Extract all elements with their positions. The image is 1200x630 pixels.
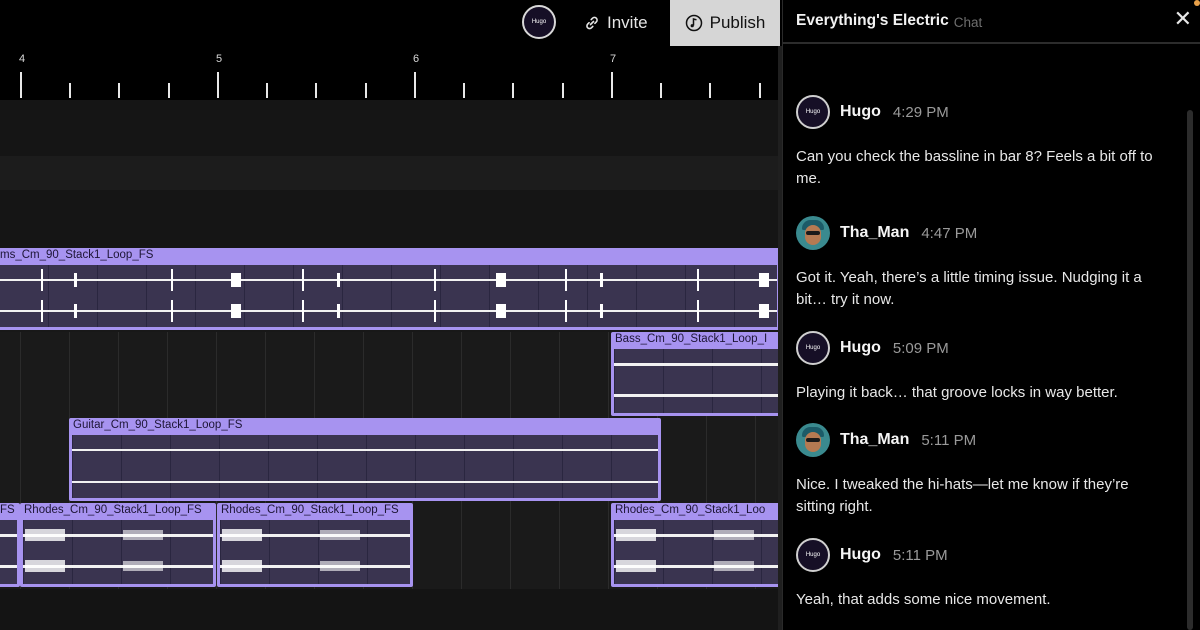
ruler-tick (562, 83, 564, 98)
ruler-tick (759, 83, 761, 98)
message-time: 4:29 PM (892, 103, 949, 121)
avatar[interactable] (796, 216, 830, 250)
chat-panel: Everything's Electric Chat ✕ Hugo Hugo 4… (782, 0, 1200, 630)
track-lane[interactable] (0, 156, 780, 190)
publish-button[interactable]: Publish (670, 0, 780, 46)
message-time: 5:11 PM (892, 546, 948, 564)
avatar[interactable]: Hugo (796, 331, 830, 365)
message-time: 5:11 PM (921, 431, 977, 449)
waveform (614, 349, 780, 413)
waveform (614, 520, 780, 584)
chat-message: Hugo Hugo 5:09 PM Playing it back… that … (796, 331, 1171, 404)
chat-message: Hugo Hugo 4:29 PM Can you check the bass… (796, 95, 1171, 190)
notification-dot (1194, 0, 1200, 6)
track-lane-guitar[interactable]: Guitar_Cm_90_Stack1_Loop_FS (0, 418, 780, 503)
audio-region-drums[interactable]: ms_Cm_90_Stack1_Loop_FS (0, 248, 780, 330)
message-author[interactable]: Hugo (840, 103, 881, 121)
region-name: FS (0, 504, 15, 516)
bar-number: 4 (19, 53, 26, 65)
message-author[interactable]: Hugo (840, 546, 881, 564)
audio-region-guitar[interactable]: Guitar_Cm_90_Stack1_Loop_FS (69, 418, 661, 501)
region-name: Guitar_Cm_90_Stack1_Loop_FS (73, 419, 243, 431)
message-author[interactable]: Tha_Man (840, 431, 909, 449)
ruler-tick (20, 72, 22, 98)
ruler-tick (611, 72, 613, 98)
publish-label: Publish (709, 13, 766, 32)
message-author[interactable]: Tha_Man (840, 224, 909, 242)
bar-number: 6 (413, 53, 420, 65)
chat-title: Everything's Electric (796, 12, 949, 29)
waveform (72, 435, 658, 498)
audio-region-rhodes[interactable]: Rhodes_Cm_90_Stack1_Loop_FS (20, 503, 216, 587)
ruler-tick (709, 83, 711, 98)
track-lane-rhodes[interactable]: FS Rhodes_Cm_90_Stack1_Loop_FS Rhodes_Cm… (0, 503, 780, 589)
waveform (0, 520, 17, 584)
avatar-label: Hugo (531, 19, 547, 25)
message-time: 5:09 PM (892, 339, 949, 357)
chat-header: Everything's Electric Chat ✕ (783, 0, 1200, 44)
message-author[interactable]: Hugo (840, 339, 881, 357)
close-icon[interactable]: ✕ (1174, 8, 1192, 30)
message-text: Nice. I tweaked the hi-hats—let me know … (796, 476, 1129, 515)
ruler-tick (168, 83, 170, 98)
avatar[interactable] (796, 423, 830, 457)
region-name: ms_Cm_90_Stack1_Loop_FS (0, 249, 154, 261)
track-lane[interactable] (0, 190, 780, 248)
chat-message: Hugo Hugo 5:11 PM Yeah, that adds some n… (796, 538, 1171, 611)
user-avatar[interactable]: Hugo (522, 5, 556, 39)
audio-region-rhodes[interactable]: Rhodes_Cm_90_Stack1_Loo (611, 503, 780, 587)
region-name: Rhodes_Cm_90_Stack1_Loo (615, 504, 766, 516)
audio-region-bass[interactable]: Bass_Cm_90_Stack1_Loop_I (611, 332, 780, 416)
message-time: 4:47 PM (921, 224, 978, 242)
ruler-tick (512, 83, 514, 98)
top-toolbar: Hugo Invite Publish (0, 0, 780, 46)
waveform (23, 520, 213, 584)
avatar[interactable]: Hugo (796, 95, 830, 129)
chat-subtitle: Chat (953, 14, 983, 30)
region-name: Rhodes_Cm_90_Stack1_Loop_FS (24, 504, 202, 516)
ruler-tick (217, 72, 219, 98)
region-name: Bass_Cm_90_Stack1_Loop_I (615, 333, 768, 345)
waveform (0, 265, 777, 327)
audio-region-rhodes[interactable]: Rhodes_Cm_90_Stack1_Loop_FS (217, 503, 413, 587)
ruler-tick (365, 83, 367, 98)
track-lane-bass[interactable]: Bass_Cm_90_Stack1_Loop_I (0, 332, 780, 418)
ruler-tick (69, 83, 71, 98)
chat-message: Tha_Man 5:11 PM Nice. I tweaked the hi-h… (796, 423, 1171, 518)
chat-message: Tha_Man 4:47 PM Got it. Yeah, there’s a … (796, 216, 1171, 311)
chat-scrollbar[interactable] (1187, 110, 1193, 630)
message-text: Playing it back… that groove locks in wa… (796, 384, 1118, 401)
ruler-tick (266, 83, 268, 98)
message-text: Can you check the bassline in bar 8? Fee… (796, 148, 1153, 187)
audio-region-rhodes[interactable]: FS (0, 503, 20, 587)
track-lane[interactable] (0, 100, 780, 156)
message-text: Yeah, that adds some nice movement. (796, 591, 1051, 608)
track-lane[interactable] (0, 589, 780, 630)
ruler-tick (315, 83, 317, 98)
invite-button[interactable]: Invite (572, 0, 660, 46)
ruler-tick (118, 83, 120, 98)
bar-number: 7 (610, 53, 617, 65)
ruler-tick (660, 83, 662, 98)
region-name: Rhodes_Cm_90_Stack1_Loop_FS (221, 504, 399, 516)
message-text: Got it. Yeah, there’s a little timing is… (796, 269, 1142, 308)
track-lane-drums[interactable]: ms_Cm_90_Stack1_Loop_FS (0, 248, 780, 332)
arrangement-view[interactable]: ms_Cm_90_Stack1_Loop_FS Bass_Cm_90_Stack… (0, 100, 780, 630)
avatar[interactable]: Hugo (796, 538, 830, 572)
waveform (220, 520, 410, 584)
link-icon (586, 16, 598, 30)
bar-number: 5 (216, 53, 223, 65)
timeline-ruler[interactable]: 4 5 6 7 (0, 46, 780, 100)
ruler-tick (414, 72, 416, 98)
ruler-tick (463, 83, 465, 98)
music-note-icon (685, 14, 702, 32)
invite-label: Invite (607, 13, 648, 32)
